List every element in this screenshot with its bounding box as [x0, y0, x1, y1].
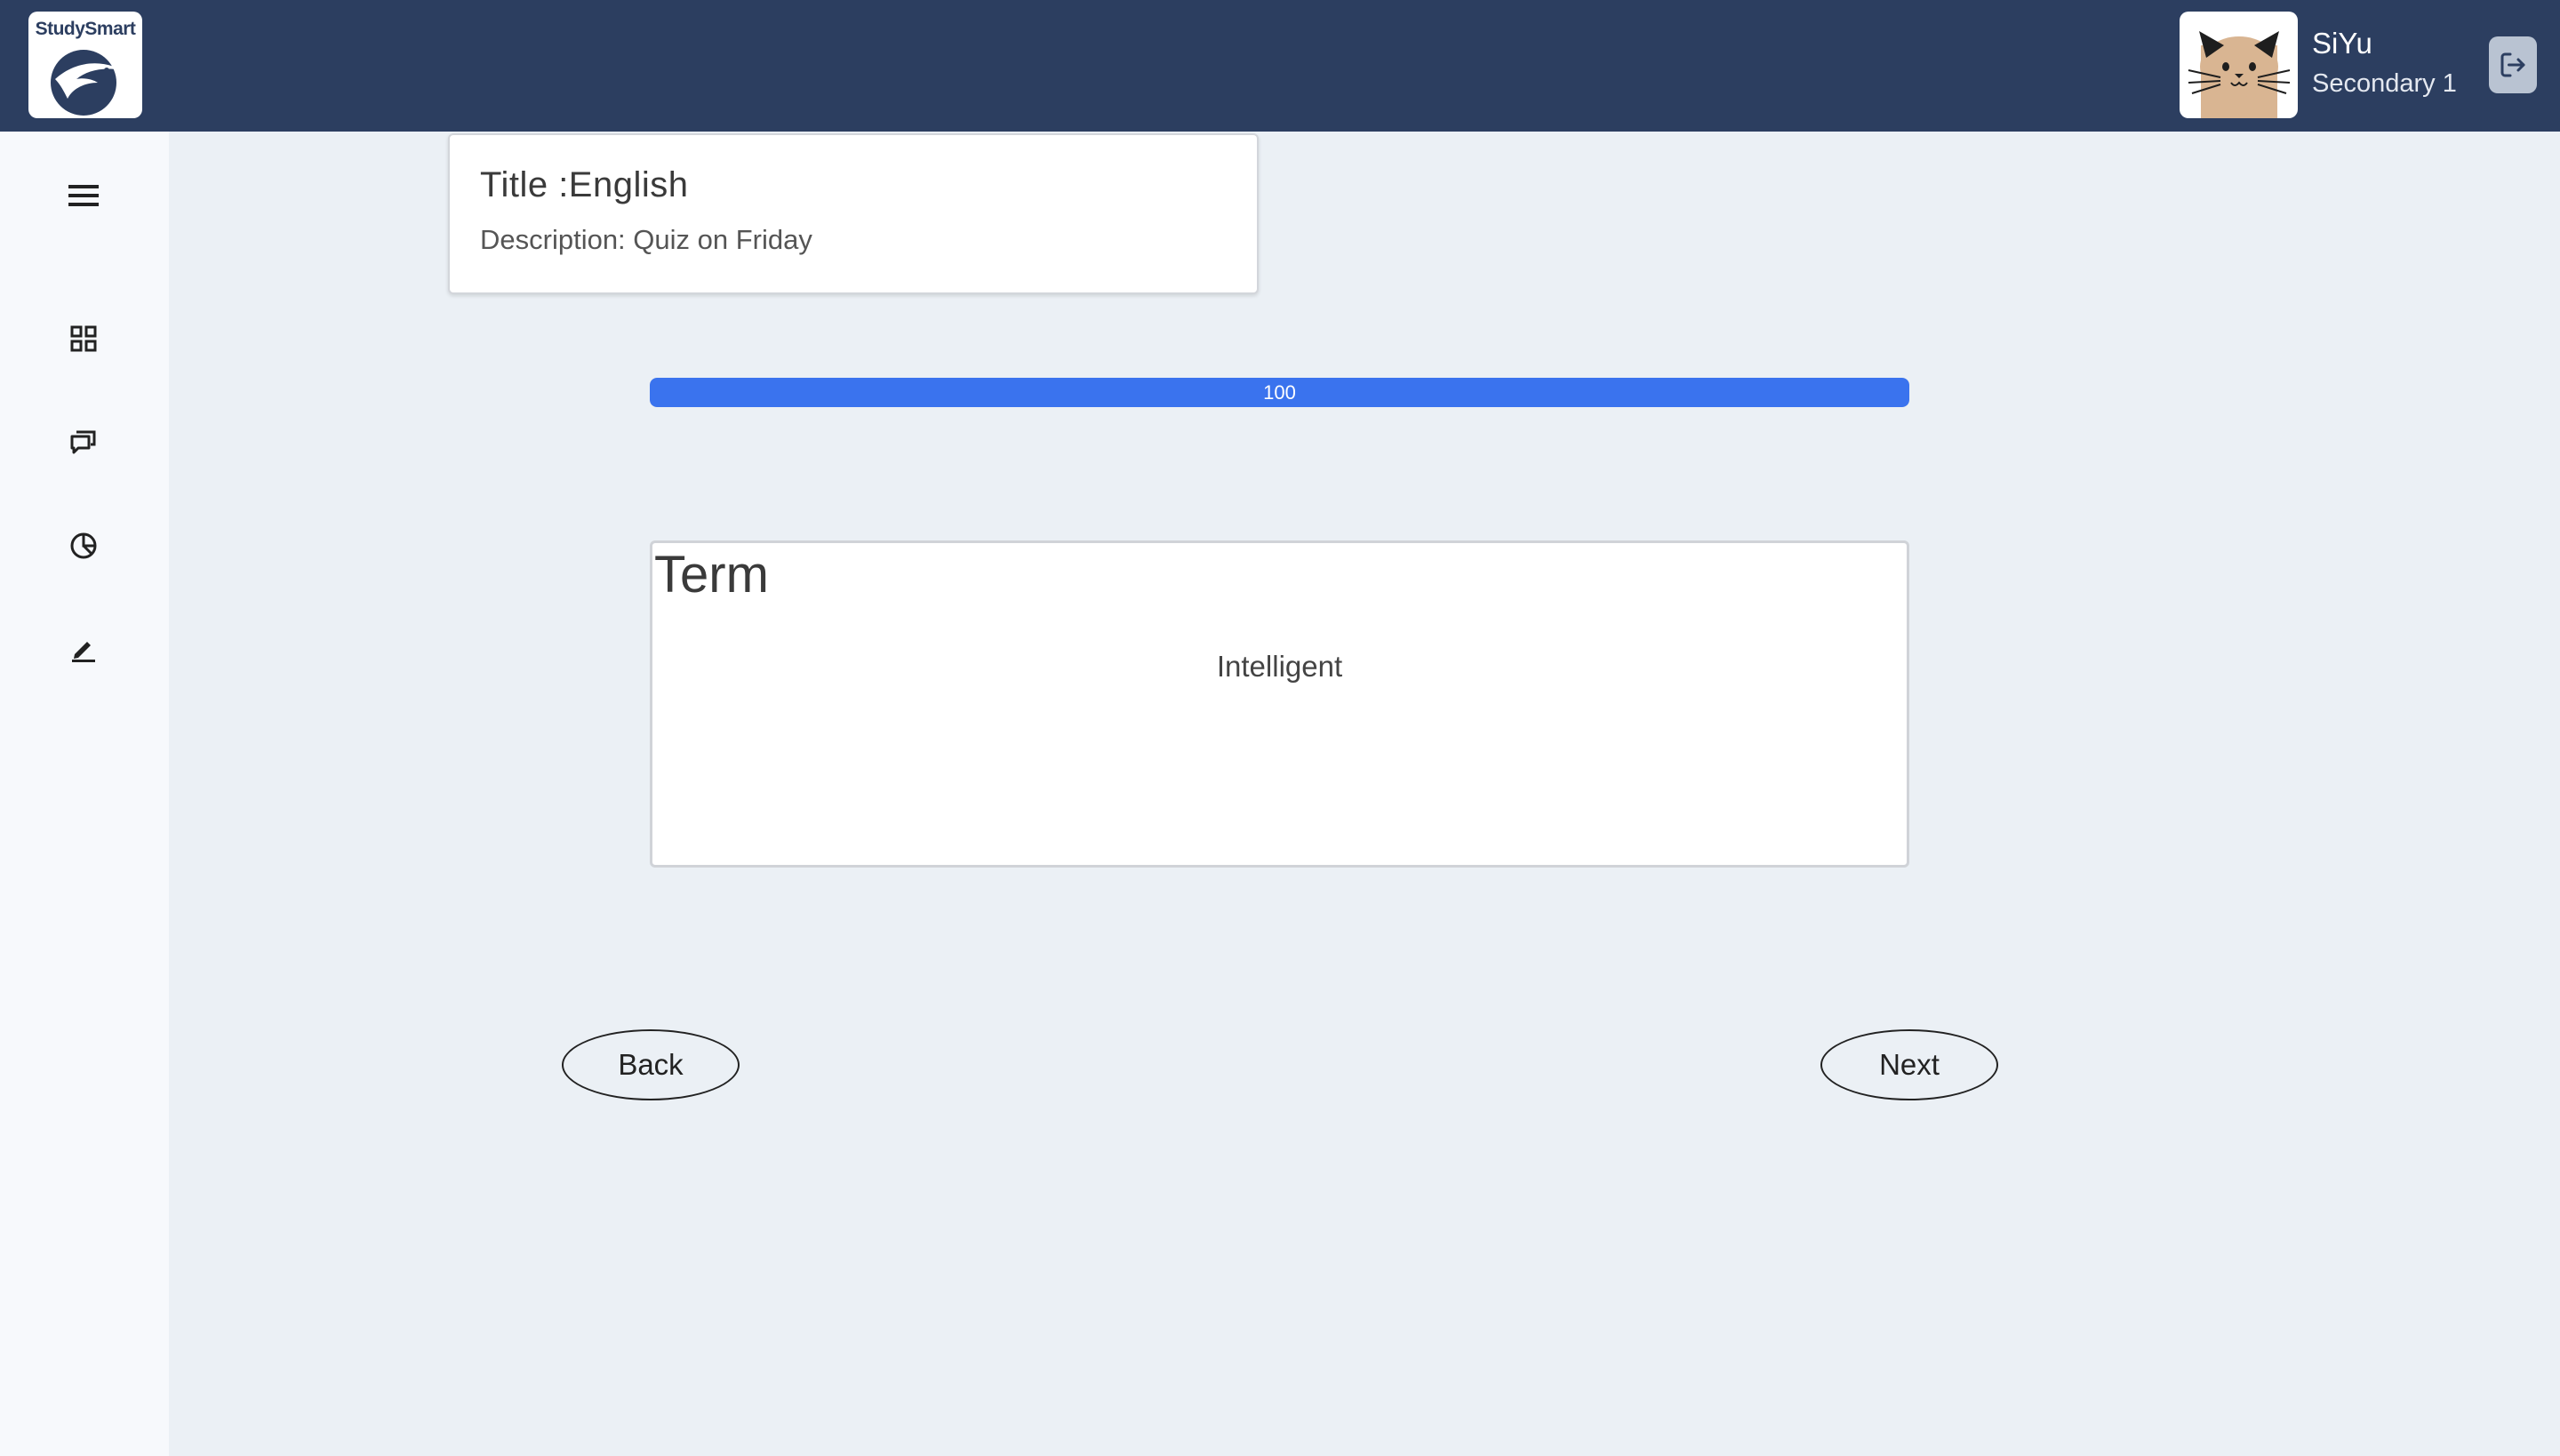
progress-fill: 100: [650, 378, 1909, 407]
eagle-logo-icon: [51, 50, 123, 116]
back-button[interactable]: Back: [562, 1029, 740, 1100]
sidebar-item-chat[interactable]: [62, 420, 105, 463]
logout-button[interactable]: [2489, 36, 2537, 93]
quiz-info-card: Title :English Description: Quiz on Frid…: [448, 133, 1259, 294]
sidebar: [0, 132, 169, 1456]
chat-icon: [70, 430, 96, 454]
sidebar-menu-toggle[interactable]: [62, 174, 105, 217]
edit-pencil-icon: [72, 642, 95, 662]
user-avatar[interactable]: [2180, 12, 2298, 118]
user-name: SiYu: [2312, 27, 2372, 60]
next-button[interactable]: Next: [1820, 1029, 1998, 1100]
quiz-description: Description: Quiz on Friday: [480, 224, 812, 255]
app-logo[interactable]: StudySmart: [28, 12, 142, 118]
progress-label: 100: [1263, 380, 1296, 404]
flashcard-term: Intelligent: [1216, 650, 1343, 683]
flashcard[interactable]: Term Intelligent: [650, 540, 1909, 868]
logo-text: StudySmart: [35, 19, 136, 39]
menu-icon: [68, 185, 99, 206]
quiz-title: Title :English: [480, 165, 689, 204]
flashcard-heading: Term: [654, 546, 769, 604]
sidebar-item-edit[interactable]: [62, 628, 105, 670]
user-grade: Secondary 1: [2312, 69, 2457, 98]
logout-icon: [2500, 52, 2525, 77]
sidebar-item-dashboard[interactable]: [62, 317, 105, 360]
progress-bar: 100: [650, 378, 1909, 407]
pie-chart-icon: [70, 532, 97, 559]
top-bar: StudySmart SiYu Secondary 1: [0, 0, 2560, 132]
cat-avatar-icon: [2188, 31, 2291, 118]
sidebar-item-reports[interactable]: [62, 524, 105, 567]
dashboard-grid-icon: [70, 325, 97, 352]
